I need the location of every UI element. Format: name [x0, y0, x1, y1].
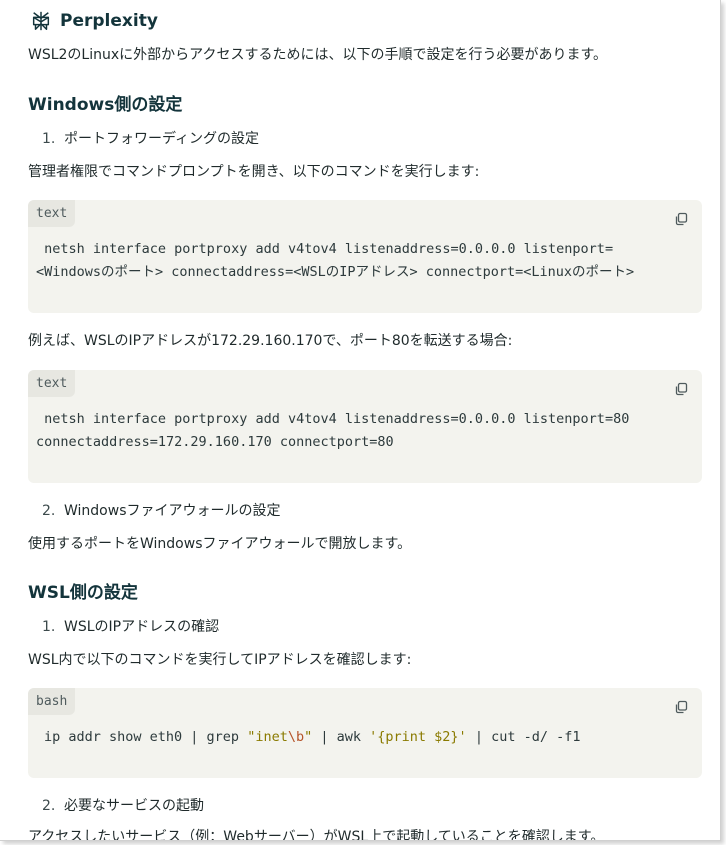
copy-icon[interactable] [674, 700, 688, 714]
code-string: '{print $2}' [369, 729, 467, 745]
code-block-portproxy: text netsh interface portproxy add v4tov… [28, 200, 702, 313]
list-number: 2. [42, 798, 56, 814]
section-title-wsl: WSL側の設定 [28, 583, 138, 603]
list-item-wsl-ip: 1. WSLのIPアドレスの確認 [42, 618, 219, 636]
code-line: <Windowsのポート> connectaddress=<WSLのIPアドレス… [36, 264, 635, 280]
brand-name: Perplexity [60, 11, 158, 31]
list-item-label: Windowsファイアウォールの設定 [64, 503, 281, 519]
code-content: netsh interface portproxy add v4tov4 lis… [36, 408, 629, 454]
code-block-portproxy-example: text netsh interface portproxy add v4tov… [28, 370, 702, 483]
code-content: ip addr show eth0 | grep "inet\b" | awk … [44, 726, 581, 749]
copy-icon[interactable] [674, 212, 688, 226]
section-title-windows: Windows側の設定 [28, 95, 183, 115]
code-language-label: text [28, 370, 76, 397]
code-content: netsh interface portproxy add v4tov4 lis… [36, 238, 634, 284]
code-token: | awk [312, 729, 370, 745]
list-item-label: WSLのIPアドレスの確認 [64, 619, 220, 635]
code-token: ip addr show eth0 | grep [44, 729, 248, 745]
intro-text: WSL2のLinuxに外部からアクセスするためには、以下の手順で設定を行う必要が… [28, 47, 608, 63]
list-item-label: ポートフォワーディングの設定 [64, 131, 260, 147]
list-number: 1. [42, 131, 56, 147]
list-item-label: 必要なサービスの起動 [64, 798, 204, 814]
windows-command-description: 管理者権限でコマンドプロンプトを開き、以下のコマンドを実行します: [28, 164, 480, 180]
brand-header: Perplexity [30, 9, 158, 33]
list-item-start-service: 2. 必要なサービスの起動 [42, 797, 204, 815]
firewall-description: 使用するポートをWindowsファイアウォールで開放します。 [28, 536, 412, 552]
example-description: 例えば、WSLのIPアドレスが172.29.160.170で、ポート80を転送す… [28, 333, 513, 349]
list-number: 1. [42, 619, 56, 635]
list-item-port-forwarding: 1. ポートフォワーディングの設定 [42, 130, 259, 148]
code-line: connectaddress=172.29.160.170 connectpor… [36, 434, 394, 450]
copy-icon[interactable] [674, 382, 688, 396]
code-language-label: bash [28, 688, 76, 715]
perplexity-logo-icon [32, 11, 50, 31]
code-block-bash: bash ip addr show eth0 | grep "inet\b" |… [28, 688, 702, 778]
code-token: | cut -d/ -f1 [466, 729, 581, 745]
code-line: netsh interface portproxy add v4tov4 lis… [36, 411, 630, 427]
wsl-command-description: WSL内で以下のコマンドを実行してIPアドレスを確認します: [28, 652, 412, 668]
list-item-firewall: 2. Windowsファイアウォールの設定 [42, 502, 281, 520]
service-description: アクセスしたいサービス（例：Webサーバー）がWSL上で起動していることを確認し… [28, 829, 605, 841]
code-string: "inet [247, 729, 288, 745]
code-escape: \b [287, 729, 305, 745]
list-number: 2. [42, 503, 56, 519]
code-line: netsh interface portproxy add v4tov4 lis… [36, 241, 614, 257]
code-language-label: text [28, 200, 76, 227]
answer-panel: Perplexity WSL2のLinuxに外部からアクセスするためには、以下の… [0, 0, 721, 841]
